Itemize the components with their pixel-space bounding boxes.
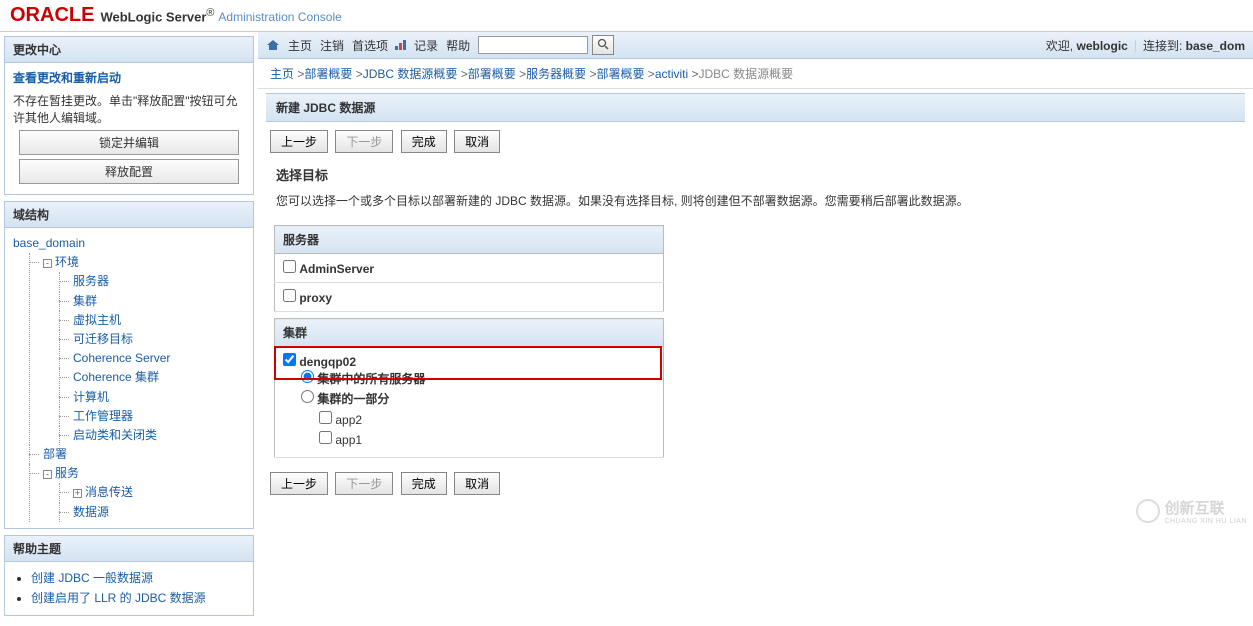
tree-root-link[interactable]: base_domain (13, 236, 85, 250)
logout-link[interactable]: 注销 (320, 37, 344, 54)
cluster-part-radio[interactable] (301, 390, 314, 403)
home-icon (266, 39, 280, 51)
product-name: WebLogic Server® (100, 7, 214, 24)
record-link[interactable]: 记录 (414, 37, 438, 54)
record-icon (394, 39, 408, 51)
help-item[interactable]: 创建启用了 LLR 的 JDBC 数据源 (31, 588, 245, 608)
collapse-icon[interactable]: - (43, 259, 52, 268)
clusters-header: 集群 (275, 319, 664, 347)
servers-table: 服务器 AdminServer proxy (274, 225, 664, 312)
tree-item[interactable]: 可迁移目标 (59, 330, 245, 349)
part-app-checkbox[interactable] (319, 411, 332, 424)
domain-structure-title: 域结构 (5, 202, 253, 228)
main-area: 主页 注销 首选项 记录 帮助 欢迎, weblogic | 连接到: base… (258, 32, 1253, 626)
target-heading: 选择目标 (276, 165, 1235, 184)
search-icon (597, 38, 609, 50)
change-center-msg: 不存在暂挂更改。单击"释放配置"按钮可允许其他人编辑域。 (13, 92, 245, 126)
help-panel: 帮助主题 创建 JDBC 一般数据源 创建启用了 LLR 的 JDBC 数据源 (4, 535, 254, 616)
cancel-button[interactable]: 取消 (454, 130, 500, 153)
cancel-button-2[interactable]: 取消 (454, 472, 500, 495)
header: ORACLE WebLogic Server® Administration C… (0, 0, 1253, 32)
expand-icon[interactable]: + (73, 489, 82, 498)
search-button[interactable] (592, 35, 614, 55)
domain-structure-panel: 域结构 base_domain -环境 服务器 集群 虚拟主机 可迁移目标 Co… (4, 201, 254, 529)
welcome-text: 欢迎, weblogic (1046, 37, 1128, 54)
lock-edit-button[interactable]: 锁定并编辑 (19, 130, 239, 155)
tree-env[interactable]: -环境 服务器 集群 虚拟主机 可迁移目标 Coherence Server C… (29, 253, 245, 445)
console-subtitle: Administration Console (218, 10, 341, 24)
tree-item[interactable]: +消息传送 (59, 483, 245, 502)
home-link[interactable]: 主页 (288, 37, 312, 54)
server-checkbox[interactable] (283, 289, 296, 302)
breadcrumb-current: JDBC 数据源概要 (699, 67, 794, 81)
server-row: proxy (275, 283, 664, 312)
change-center-panel: 更改中心 查看更改和重新启动 不存在暂挂更改。单击"释放配置"按钮可允许其他人编… (4, 36, 254, 195)
breadcrumb-item[interactable]: 部署概要 (468, 67, 516, 81)
breadcrumb-item[interactable]: 主页 (270, 67, 294, 81)
breadcrumb-item[interactable]: activiti (655, 67, 688, 81)
toolbar: 主页 注销 首选项 记录 帮助 欢迎, weblogic | 连接到: base… (258, 32, 1253, 59)
cluster-row: dengqp02 集群中的所有服务器 集群的一部分 app2 app1 (275, 347, 664, 458)
button-row-bottom: 上一步 下一步 完成 取消 (266, 464, 1245, 503)
tree-item[interactable]: 虚拟主机 (59, 311, 245, 330)
server-checkbox[interactable] (283, 260, 296, 273)
next-button-2[interactable]: 下一步 (335, 472, 393, 495)
cluster-checkbox[interactable] (283, 353, 296, 366)
breadcrumb-item[interactable]: JDBC 数据源概要 (363, 67, 458, 81)
server-row: AdminServer (275, 254, 664, 283)
clusters-table: 集群 dengqp02 集群中的所有服务器 集群的一部分 app2 app1 (274, 318, 664, 458)
button-row-top: 上一步 下一步 完成 取消 (266, 122, 1245, 161)
connected-text: 连接到: base_dom (1143, 37, 1245, 54)
tree-item[interactable]: Coherence 集群 (59, 368, 245, 387)
tree-item[interactable]: 计算机 (59, 388, 245, 407)
prev-button[interactable]: 上一步 (270, 130, 328, 153)
servers-header: 服务器 (275, 226, 664, 254)
watermark-logo: 创新互联 CHUANG XIN HU LIAN (1136, 497, 1247, 525)
section-title: 新建 JDBC 数据源 (266, 93, 1245, 122)
breadcrumb-item[interactable]: 部署概要 (304, 67, 352, 81)
tree-item[interactable]: 数据源 (59, 503, 245, 522)
prev-button-2[interactable]: 上一步 (270, 472, 328, 495)
tree-item[interactable]: 服务器 (59, 272, 245, 291)
tree-item[interactable]: 启动类和关闭类 (59, 426, 245, 445)
help-item[interactable]: 创建 JDBC 一般数据源 (31, 568, 245, 588)
cluster-all-radio[interactable] (301, 370, 314, 383)
collapse-icon[interactable]: - (43, 470, 52, 479)
part-app-checkbox[interactable] (319, 431, 332, 444)
help-title: 帮助主题 (5, 536, 253, 562)
search-input[interactable] (478, 36, 588, 54)
next-button[interactable]: 下一步 (335, 130, 393, 153)
watermark-circle-icon (1136, 499, 1160, 523)
tree-item[interactable]: 集群 (59, 292, 245, 311)
tree-item[interactable]: Coherence Server (59, 349, 245, 368)
tree-item[interactable]: 工作管理器 (59, 407, 245, 426)
target-desc: 您可以选择一个或多个目标以部署新建的 JDBC 数据源。如果没有选择目标, 则将… (276, 192, 1235, 209)
sidebar: 更改中心 查看更改和重新启动 不存在暂挂更改。单击"释放配置"按钮可允许其他人编… (0, 32, 258, 626)
release-config-button[interactable]: 释放配置 (19, 159, 239, 184)
prefs-link[interactable]: 首选项 (352, 37, 388, 54)
change-center-title: 更改中心 (5, 37, 253, 63)
oracle-logo: ORACLE (10, 4, 94, 27)
domain-tree: base_domain -环境 服务器 集群 虚拟主机 可迁移目标 Cohere… (5, 228, 253, 528)
breadcrumb: 主页 >部署概要 >JDBC 数据源概要 >部署概要 >服务器概要 >部署概要 … (258, 59, 1253, 89)
tree-deploy[interactable]: 部署 (29, 445, 245, 464)
breadcrumb-item[interactable]: 服务器概要 (526, 67, 586, 81)
finish-button[interactable]: 完成 (401, 130, 447, 153)
finish-button-2[interactable]: 完成 (401, 472, 447, 495)
tree-services[interactable]: -服务 +消息传送 数据源 (29, 464, 245, 522)
view-changes-link[interactable]: 查看更改和重新启动 (13, 71, 121, 85)
help-link[interactable]: 帮助 (446, 37, 470, 54)
breadcrumb-item[interactable]: 部署概要 (596, 67, 644, 81)
